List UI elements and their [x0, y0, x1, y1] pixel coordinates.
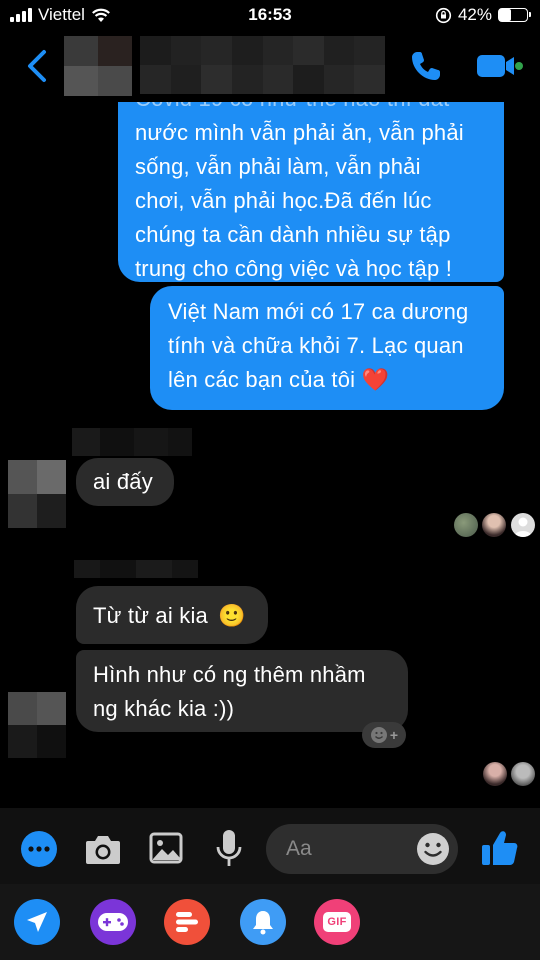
message-line: chúng ta cần dành nhiều sự tập — [135, 222, 451, 247]
thumbs-up-icon[interactable] — [480, 828, 520, 868]
seen-avatar — [482, 513, 506, 537]
incoming-message[interactable]: ai đấy — [76, 458, 174, 506]
add-reaction-button[interactable]: + — [362, 722, 406, 748]
message-line-with-emoji: lên các bạn của tôi ❤️ — [168, 363, 494, 397]
poll-button[interactable] — [164, 899, 210, 945]
message-text: Từ từ ai kia — [93, 603, 208, 628]
extensions-tray: GIF — [0, 884, 540, 960]
message-text: ai đấy — [93, 469, 153, 494]
emoji-icon — [370, 727, 387, 743]
message-line: trung cho công việc và học tập ! — [135, 256, 453, 281]
smile-emoji: 🙂 — [218, 603, 246, 628]
seen-avatar — [511, 762, 535, 786]
emoji-icon[interactable] — [416, 832, 450, 866]
battery-fill — [499, 9, 511, 21]
wifi-icon — [92, 8, 110, 22]
poll-icon — [176, 912, 198, 932]
seen-avatar — [483, 762, 507, 786]
gif-label: GIF — [327, 916, 347, 928]
outgoing-message[interactable]: Việt Nam mới có 17 ca dương tính và chữa… — [150, 286, 504, 410]
contact-avatar[interactable] — [64, 36, 132, 96]
image-icon[interactable] — [149, 832, 183, 864]
message-line: ng khác kia :)) — [93, 696, 235, 721]
composer-bar — [0, 808, 540, 892]
plus-icon: + — [389, 727, 399, 743]
outgoing-message[interactable]: Covid 19 có như thế nào thì đất nước mìn… — [118, 80, 504, 282]
battery-icon — [498, 8, 531, 22]
carrier-label: Viettel — [38, 5, 85, 24]
incoming-message[interactable]: Từ từ ai kia 🙂 — [76, 586, 268, 644]
message-line: Hình như có ng thêm nhầm — [93, 662, 366, 687]
microphone-icon[interactable] — [214, 828, 244, 870]
games-button[interactable] — [90, 899, 136, 945]
send-location-icon — [27, 912, 47, 932]
message-line: lên các bạn của tôi — [168, 367, 356, 392]
contact-name[interactable] — [140, 36, 385, 94]
message-input[interactable] — [286, 824, 416, 874]
status-left: Viettel — [10, 5, 111, 25]
heart-emoji: ❤️ — [361, 367, 390, 392]
back-chevron-icon[interactable] — [22, 48, 52, 84]
send-location-button[interactable] — [14, 899, 60, 945]
message-line: chơi, vẫn phải học.Đã đến lúc — [135, 188, 432, 213]
message-line: tính và chữa khỏi 7. Lạc quan — [168, 333, 464, 358]
video-camera-icon[interactable] — [474, 50, 524, 82]
reminders-button[interactable] — [240, 899, 286, 945]
message-line: Việt Nam mới có 17 ca dương — [168, 299, 469, 324]
battery-percent: 42% — [457, 5, 492, 24]
seen-avatar — [511, 513, 535, 537]
seen-avatar — [454, 513, 478, 537]
camera-icon[interactable] — [84, 832, 122, 866]
sender-avatar[interactable] — [8, 460, 66, 528]
message-input-field[interactable] — [266, 824, 458, 874]
game-controller-icon — [98, 913, 128, 931]
more-icon[interactable] — [20, 830, 58, 868]
phone-icon[interactable] — [408, 48, 444, 84]
sender-name — [74, 560, 198, 578]
person-icon — [514, 517, 532, 537]
message-line: nước mình vẫn phải ăn, vẫn phải — [135, 120, 464, 145]
status-bar: Viettel 16:53 42% — [0, 0, 540, 30]
chat-header — [0, 30, 540, 102]
gif-button[interactable]: GIF — [314, 899, 360, 945]
signal-icon — [10, 8, 32, 22]
status-right: 42% — [435, 5, 531, 25]
message-line: sống, vẫn phải làm, vẫn phải — [135, 154, 421, 179]
sender-avatar[interactable] — [8, 692, 66, 758]
orientation-lock-icon — [435, 7, 452, 23]
bell-icon — [253, 911, 273, 935]
incoming-message[interactable]: Hình như có ng thêm nhầm ng khác kia :)) — [76, 650, 408, 732]
sender-name — [72, 428, 192, 456]
